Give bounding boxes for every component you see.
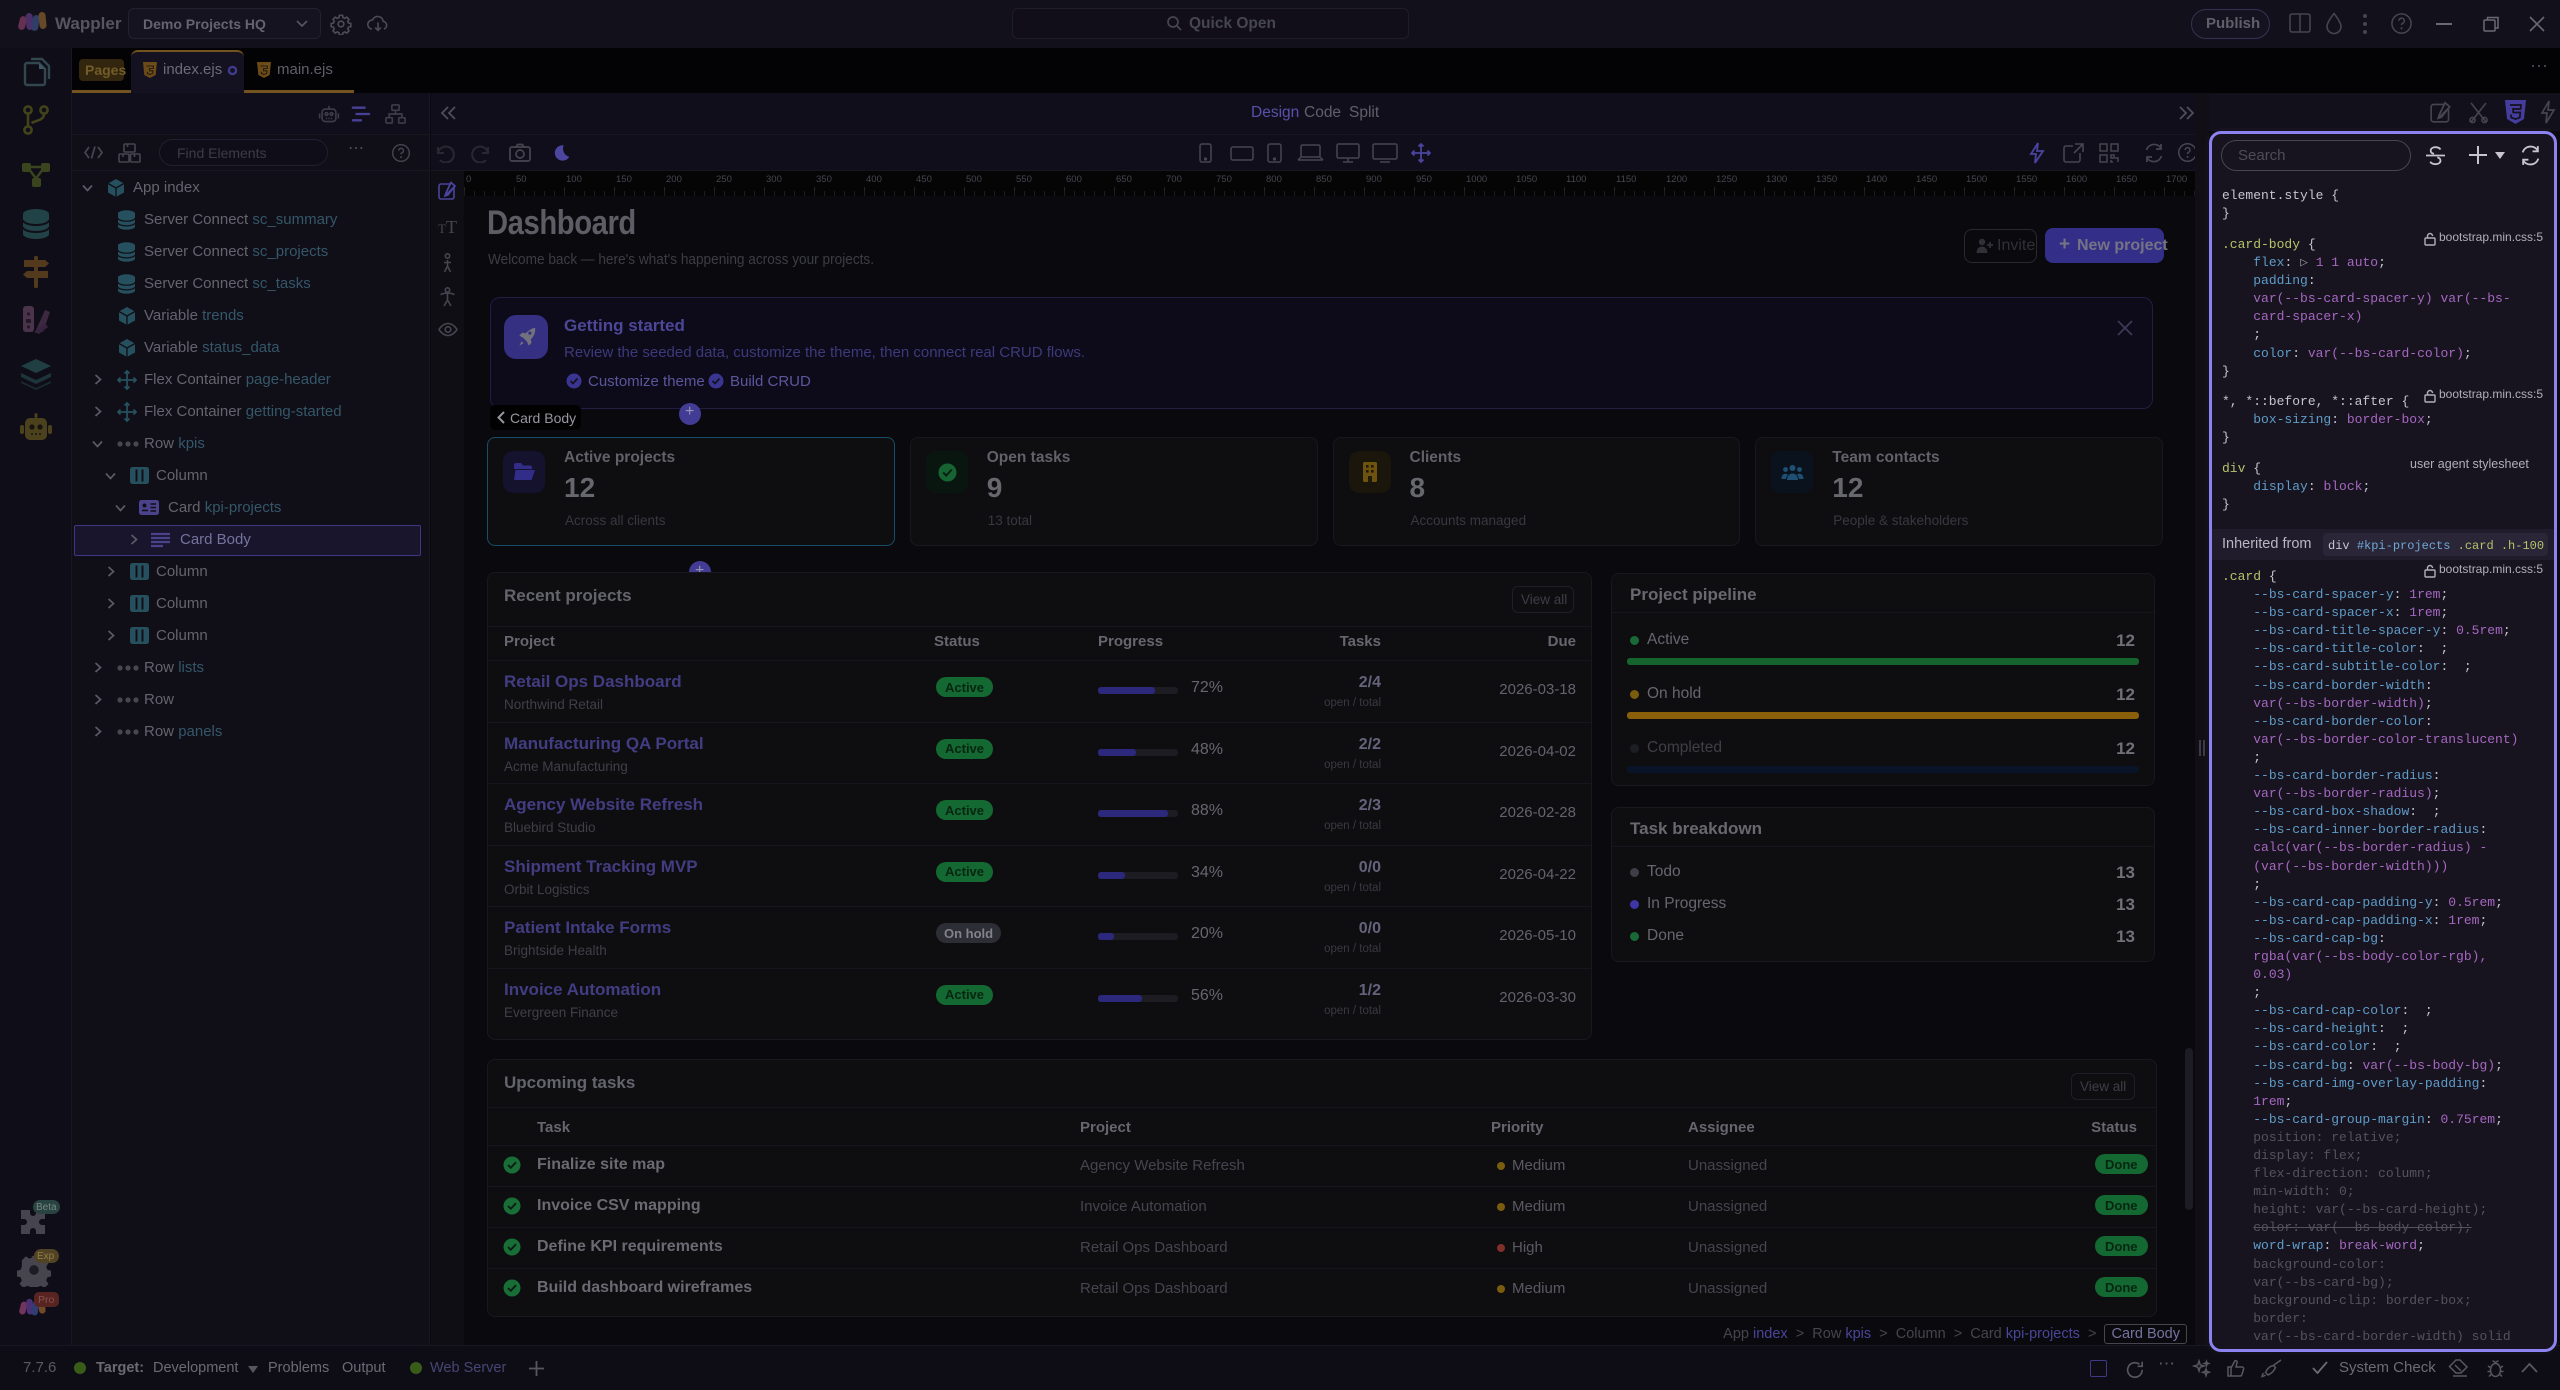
svg-text:T: T: [446, 218, 457, 235]
svg-text:T: T: [438, 221, 446, 235]
